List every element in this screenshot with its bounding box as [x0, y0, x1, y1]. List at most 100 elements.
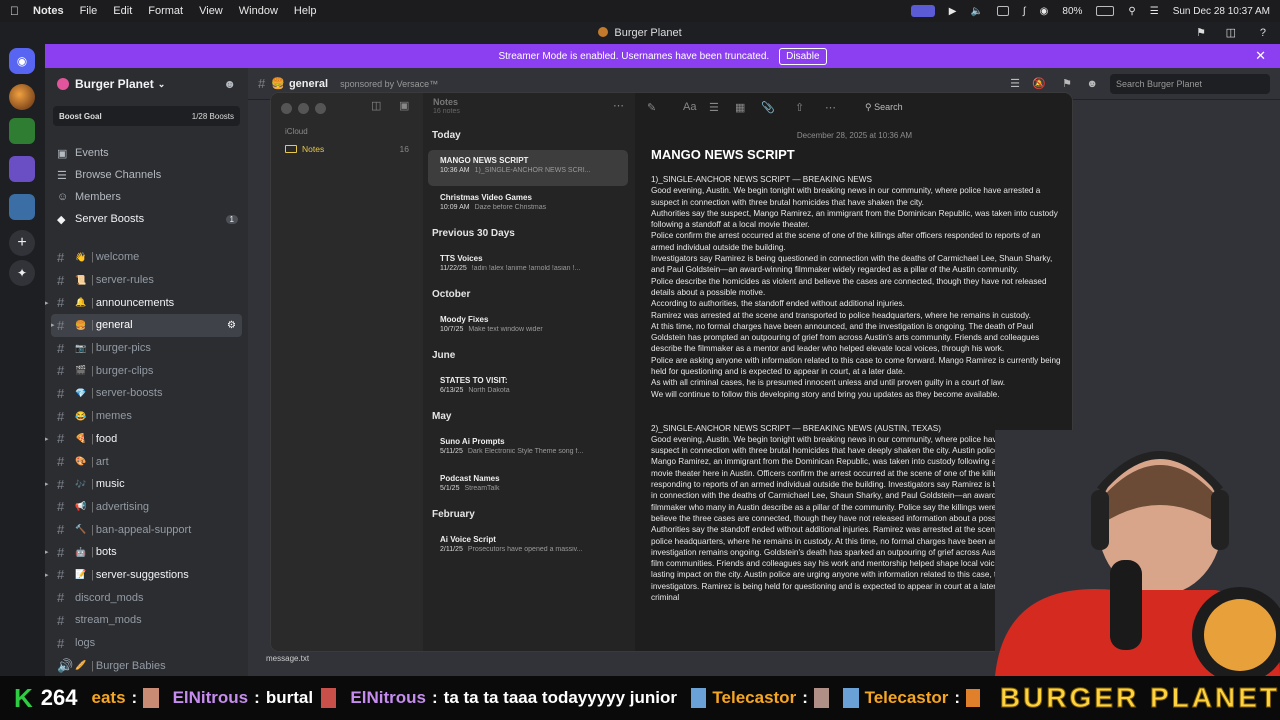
- channel-item-memes[interactable]: # 😂 | memes: [45, 405, 248, 428]
- collapse-arrow-icon[interactable]: ▸: [45, 571, 49, 579]
- channel-item-ban-appeal-support[interactable]: # 🔨 | ban-appeal-support: [45, 518, 248, 541]
- server-burger-planet[interactable]: [9, 84, 35, 110]
- menu-help[interactable]: Help: [294, 5, 317, 17]
- help-icon[interactable]: ?: [1260, 22, 1266, 44]
- more-options-icon[interactable]: ⋯: [825, 101, 836, 114]
- collapse-arrow-icon[interactable]: ▸: [45, 299, 49, 307]
- checklist-icon[interactable]: ☰: [709, 101, 719, 114]
- note-list-item[interactable]: MANGO NEWS SCRIPT 10:36 AM 1)_SINGLE-ANCHO…: [428, 150, 628, 186]
- channel-item-discord-mods[interactable]: # discord_mods: [45, 586, 248, 609]
- compose-icon[interactable]: ✎: [647, 101, 656, 114]
- channel-item-art[interactable]: # 🎨 | art: [45, 450, 248, 473]
- server-folder-1[interactable]: [9, 118, 35, 144]
- zoom-button[interactable]: [315, 103, 326, 114]
- volume-icon[interactable]: 🔈: [970, 6, 982, 17]
- minimize-button[interactable]: [298, 103, 309, 114]
- channel-item-burger-babies[interactable]: 🔊 🥖 | Burger Babies: [45, 654, 248, 677]
- menu-edit[interactable]: Edit: [113, 5, 132, 17]
- menu-view[interactable]: View: [199, 5, 223, 17]
- invite-icon[interactable]: ☻: [223, 77, 236, 91]
- channel-item-logs[interactable]: # logs: [45, 632, 248, 655]
- pin-icon[interactable]: ⚑: [1196, 22, 1206, 44]
- disable-streamer-mode-button[interactable]: Disable: [779, 47, 827, 65]
- nav-members[interactable]: ☺ Members: [45, 186, 248, 208]
- battery-icon[interactable]: [1096, 6, 1115, 16]
- more-icon[interactable]: ⋯: [613, 99, 624, 112]
- channel-item-bots[interactable]: ▸ # 🤖 | bots: [45, 541, 248, 564]
- add-server-icon[interactable]: +: [9, 230, 35, 256]
- nav-server-boosts[interactable]: ◆ Server Boosts 1: [45, 208, 248, 230]
- apple-icon[interactable]: : [10, 4, 19, 18]
- channel-label: general: [95, 319, 133, 332]
- bluetooth-icon[interactable]: ∫: [1023, 6, 1026, 17]
- nav-events[interactable]: ▣ Events: [45, 142, 248, 164]
- collapse-arrow-icon[interactable]: ▸: [45, 480, 49, 488]
- close-icon[interactable]: ✕: [1255, 48, 1266, 64]
- note-list-item[interactable]: Podcast Names 5/1/25 StreamTalk: [428, 468, 628, 504]
- menu-app-name[interactable]: Notes: [33, 5, 64, 17]
- channel-item-announcements[interactable]: ▸ # 🔔 | announcements: [45, 291, 248, 314]
- channel-item-server-boosts[interactable]: # 💎 | server-boosts: [45, 382, 248, 405]
- folder-notes[interactable]: Notes 16: [279, 141, 417, 157]
- menu-file[interactable]: File: [80, 5, 98, 17]
- attachment-filename[interactable]: message.txt: [266, 654, 309, 663]
- share-icon[interactable]: ⇧: [795, 101, 804, 114]
- discover-icon[interactable]: ✦: [9, 260, 35, 286]
- menu-window[interactable]: Window: [239, 5, 278, 17]
- battery-percent[interactable]: 80%: [1062, 6, 1082, 17]
- channel-item-music[interactable]: ▸ # 🎶 | music: [45, 473, 248, 496]
- mute-icon[interactable]: 🔕: [1032, 77, 1046, 90]
- note-list-item[interactable]: Suno Ai Prompts 5/11/25 Dark Electronic St…: [428, 431, 628, 467]
- server-header[interactable]: Burger Planet ⌄ ☻: [45, 68, 248, 100]
- server-folder-2[interactable]: [9, 156, 35, 182]
- attachment-icon[interactable]: 📎: [761, 101, 775, 114]
- note-list-item[interactable]: STATES TO VISIT: 6/13/25 North Dakota: [428, 370, 628, 406]
- note-list-item[interactable]: TTS Voices 11/22/25 !adin !alex !anime !ar…: [428, 248, 628, 284]
- display-icon[interactable]: [996, 6, 1009, 16]
- channel-item-welcome[interactable]: # 👋 | welcome: [45, 246, 248, 269]
- screen-record-icon[interactable]: [910, 5, 935, 17]
- channel-item-burger-clips[interactable]: # 🎬 | burger-clips: [45, 359, 248, 382]
- nav-browse-channels[interactable]: ☰ Browse Channels: [45, 164, 248, 186]
- member-list-icon[interactable]: ☻: [1086, 78, 1098, 90]
- channel-settings-icon[interactable]: ⚙: [227, 320, 236, 331]
- channel-item-server-rules[interactable]: # 📜 | server-rules: [45, 269, 248, 292]
- sidebar-toggle-icon[interactable]: ▣: [399, 99, 409, 112]
- channel-item-food[interactable]: ▸ # 🍕 | food: [45, 428, 248, 451]
- collapse-arrow-icon[interactable]: ▸: [51, 321, 55, 329]
- pin-messages-icon[interactable]: ⚑: [1062, 77, 1072, 90]
- search-icon[interactable]: ⚲: [1128, 6, 1135, 17]
- channel-sidebar: Burger Planet ⌄ ☻ Boost Goal 1/28 Boosts…: [45, 68, 248, 676]
- channel-item-server-suggestions[interactable]: ▸ # 📝 | server-suggestions: [45, 564, 248, 587]
- ticker-message: ta ta ta taaa todayyyyy junior: [443, 688, 678, 707]
- note-item-title: TTS Voices: [440, 254, 483, 263]
- close-button[interactable]: [281, 103, 292, 114]
- channel-item-general[interactable]: ▸ # 🍔 | general ⚙: [51, 314, 242, 337]
- search-input[interactable]: Search Burger Planet: [1110, 74, 1270, 94]
- collapse-arrow-icon[interactable]: ▸: [45, 435, 49, 443]
- wifi-icon[interactable]: ◉: [1040, 6, 1049, 17]
- channel-item-advertising[interactable]: # 📢 | advertising: [45, 496, 248, 519]
- play-icon[interactable]: ▶: [949, 6, 957, 17]
- note-list-item[interactable]: Ai Voice Script 2/11/25 Prosecutors have o…: [428, 529, 628, 565]
- collapse-arrow-icon[interactable]: ▸: [45, 548, 49, 556]
- new-folder-icon[interactable]: ◫: [371, 99, 381, 112]
- note-item-snippet: Dark Electronic Style Theme song f...: [467, 448, 584, 455]
- table-icon[interactable]: ▦: [735, 101, 745, 114]
- channel-emoji-icon: 🤖: [75, 546, 87, 557]
- boost-goal-bar[interactable]: Boost Goal 1/28 Boosts: [53, 106, 240, 126]
- note-title[interactable]: MANGO NEWS SCRIPT: [651, 147, 795, 162]
- control-center-icon[interactable]: ☰: [1150, 6, 1159, 17]
- discord-home-icon[interactable]: ◉: [9, 48, 35, 74]
- notes-search-field[interactable]: ⚲ Search: [857, 99, 1067, 115]
- channel-item-burger-pics[interactable]: # 📷 | burger-pics: [45, 337, 248, 360]
- inbox-icon[interactable]: ◫: [1226, 22, 1236, 44]
- menubar-clock[interactable]: Sun Dec 28 10:37 AM: [1173, 6, 1270, 17]
- threads-icon[interactable]: ☰: [1010, 77, 1020, 90]
- note-list-item[interactable]: Moody Fixes 10/7/25 Make text window wider: [428, 309, 628, 345]
- note-list-item[interactable]: Christmas Video Games 10:09 AM Daze before…: [428, 187, 628, 223]
- format-icon[interactable]: Aa: [683, 101, 696, 113]
- channel-item-stream-mods[interactable]: # stream_mods: [45, 609, 248, 632]
- menu-format[interactable]: Format: [148, 5, 183, 17]
- server-folder-3[interactable]: [9, 194, 35, 220]
